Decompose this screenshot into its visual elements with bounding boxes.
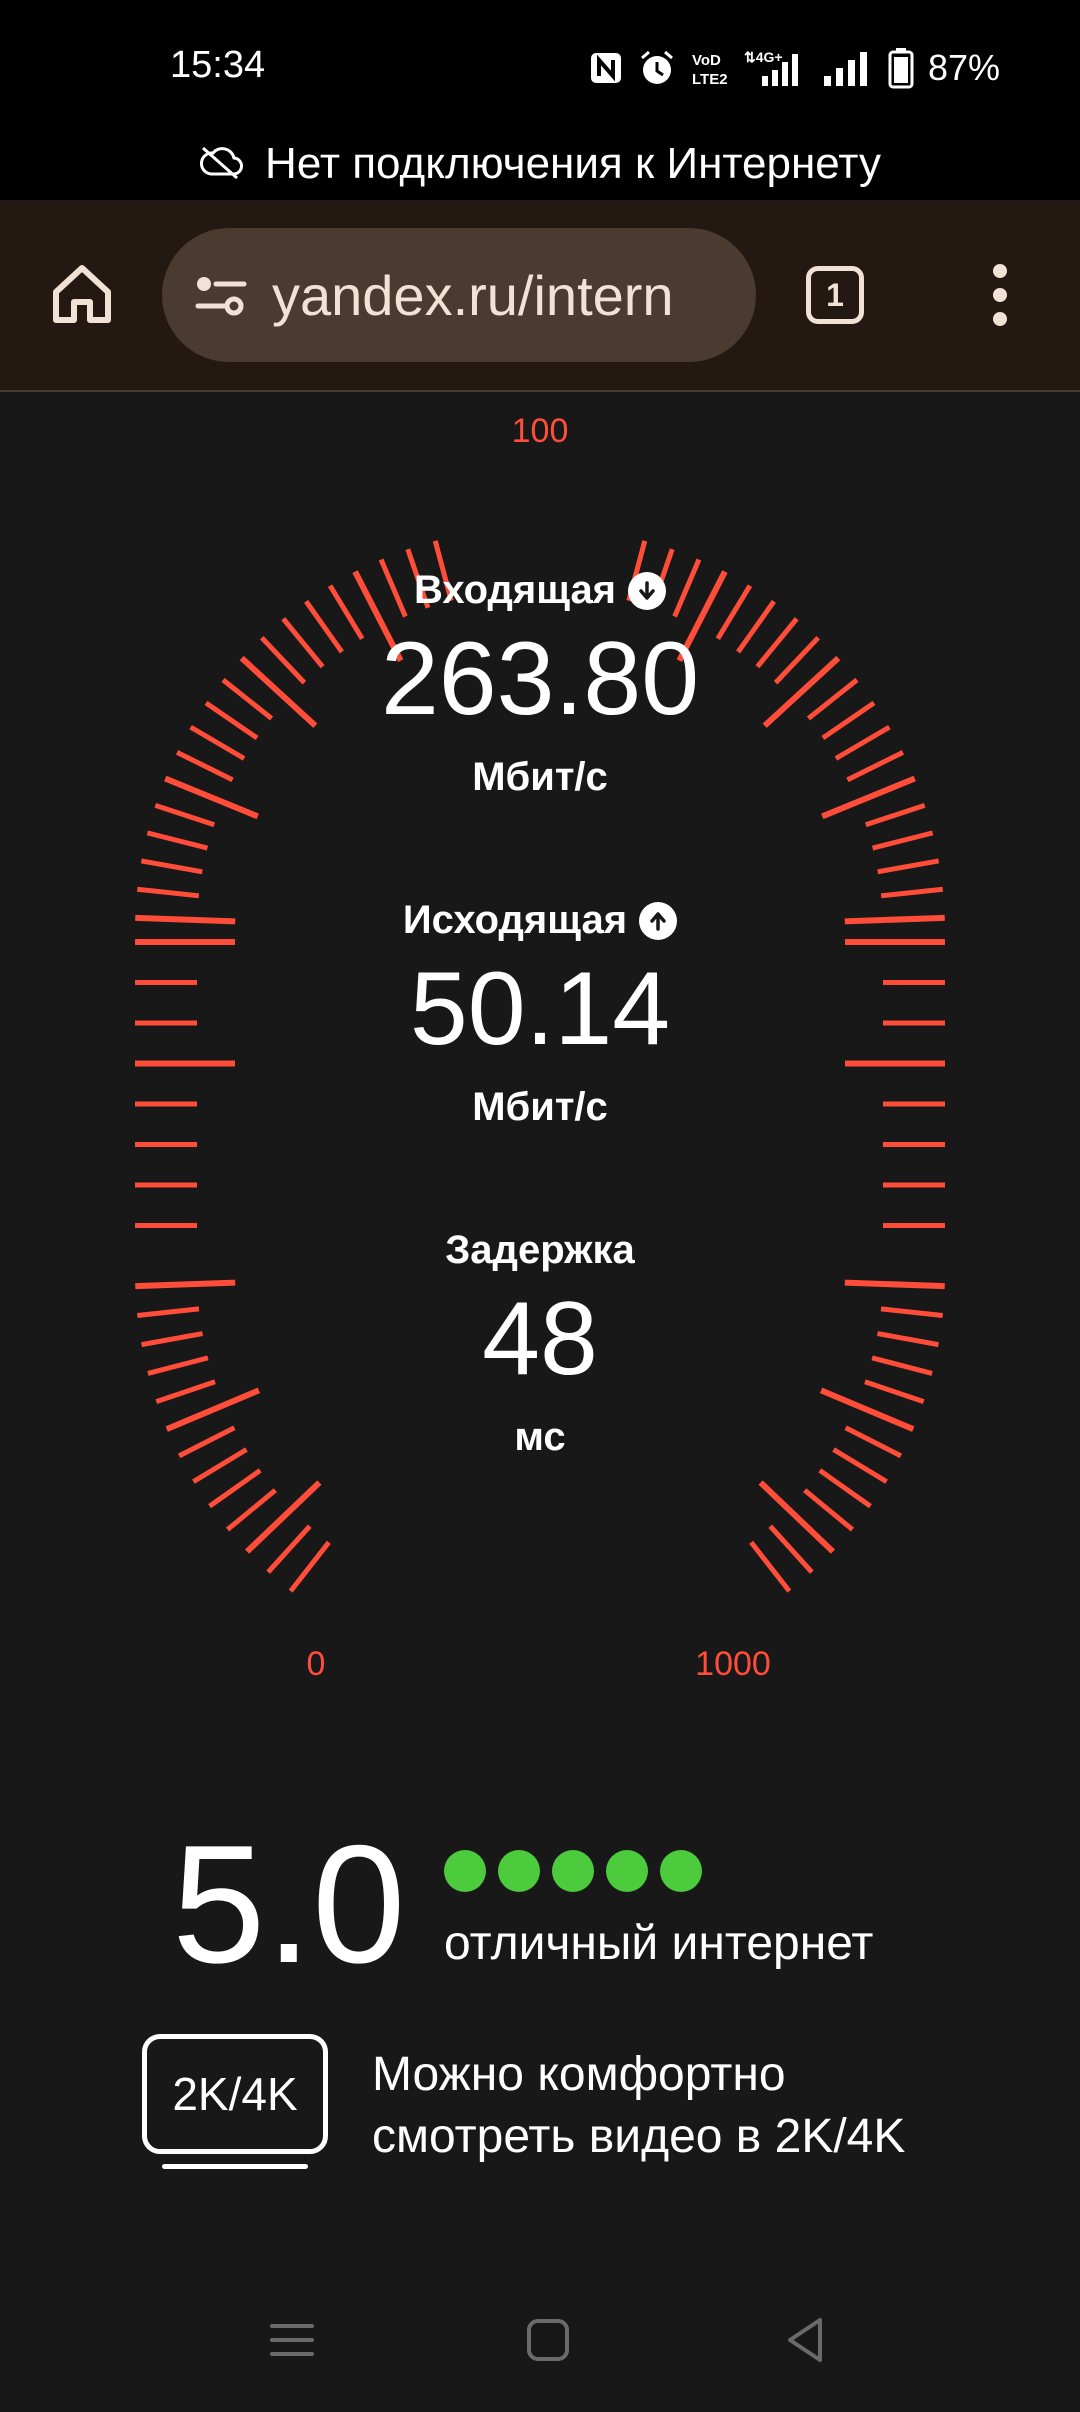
svg-text:⇅4G+: ⇅4G+ [744, 49, 783, 65]
rating-text: отличный интернет [444, 1917, 874, 1970]
gauge-tick [818, 1468, 872, 1509]
status-icons: VoD LTE2 ⇅4G+ 87% [588, 44, 1000, 92]
recents-button[interactable] [262, 2310, 322, 2370]
cloud-off-icon [199, 144, 244, 185]
latency-value: 48 [482, 1281, 598, 1397]
status-bar: 15:34 VoD LTE2 ⇅4G+ 87% [0, 0, 1080, 140]
connection-rating: 5.0 отличный интернет [172, 1820, 972, 2000]
tab-count: 1 [826, 276, 844, 313]
url-text[interactable]: yandex.ru/intern [272, 263, 674, 328]
latency-label: Задержка [445, 1228, 635, 1272]
download-metric: Входящая 263.80 Мбит/с [0, 568, 1080, 800]
gauge-tick [208, 1468, 262, 1509]
status-time: 15:34 [170, 44, 266, 86]
rating-score: 5.0 [172, 1810, 406, 1998]
arrow-down-icon [628, 571, 667, 610]
menu-button[interactable] [980, 262, 1020, 328]
upload-metric: Исходящая 50.14 Мбит/с [0, 898, 1080, 1130]
gauge-tick [880, 886, 944, 899]
rating-dot [606, 1850, 648, 1892]
gauge-tick [871, 830, 934, 851]
quality-line-1: Можно комфортно [372, 2048, 786, 2101]
tabs-button[interactable]: 1 [806, 266, 864, 324]
video-quality: 2K/4K Можно комфортно смотреть видео в 2… [142, 2034, 1042, 2174]
gauge-tick [877, 858, 940, 875]
gauge-tick [865, 802, 926, 828]
rating-dot [552, 1850, 594, 1892]
gauge-tick [749, 1540, 792, 1593]
tune-icon[interactable] [190, 264, 252, 326]
scale-label-top: 100 [512, 412, 569, 450]
address-bar[interactable]: yandex.ru/intern [162, 228, 756, 362]
gauge-major-tick [244, 1480, 322, 1554]
browser-toolbar: yandex.ru/intern 1 [0, 200, 1080, 392]
latency-label-row: Задержка [445, 1228, 634, 1273]
home-square-icon [527, 2319, 569, 2361]
svg-text:VoD: VoD [692, 52, 721, 69]
system-nav-bar [0, 2280, 1080, 2400]
recents-icon [270, 2324, 314, 2356]
alarm-icon [638, 49, 676, 87]
latency-unit: мс [514, 1415, 566, 1459]
gauge-tick [803, 1488, 855, 1532]
offline-banner: Нет подключения к Интернету [0, 128, 1080, 200]
rating-dot [498, 1850, 540, 1892]
latency-metric: Задержка 48 мс [0, 1228, 1080, 1460]
rating-dot [444, 1850, 486, 1892]
gauge-tick [136, 886, 200, 899]
gauge-tick [146, 830, 209, 851]
gauge-tick [266, 1524, 312, 1574]
4g-signal-icon: ⇅4G+ [744, 48, 808, 88]
download-value: 263.80 [380, 621, 700, 737]
quality-badge-text: 2K/4K [172, 2068, 298, 2120]
gauge-tick [768, 1524, 814, 1574]
volte-icon: VoD LTE2 [690, 48, 730, 88]
battery-icon [888, 47, 914, 89]
gauge-tick [225, 1488, 277, 1532]
arrow-up-icon [639, 901, 678, 940]
rating-dot [660, 1850, 702, 1892]
rating-dots [444, 1850, 702, 1892]
home-nav-button[interactable] [518, 2310, 578, 2370]
home-icon [53, 265, 111, 323]
upload-label: Исходящая [402, 898, 628, 942]
quality-badge: 2K/4K [142, 2034, 328, 2154]
download-label: Входящая [413, 568, 617, 612]
gauge-tick [288, 1540, 331, 1593]
download-unit: Мбит/с [472, 755, 608, 799]
nfc-icon [588, 50, 624, 86]
signal-icon [822, 48, 874, 88]
back-button[interactable] [776, 2310, 836, 2370]
scale-label-zero: 0 [307, 1645, 326, 1683]
upload-value: 50.14 [409, 951, 671, 1067]
download-label-row: Входящая [413, 568, 667, 613]
svg-text:LTE2: LTE2 [692, 71, 728, 88]
gauge-major-tick [758, 1480, 836, 1554]
gauge-tick [140, 858, 203, 875]
back-icon [788, 2318, 822, 2362]
quality-line-2: смотреть видео в 2K/4K [372, 2110, 906, 2164]
quality-description: Можно комфортно смотреть видео в 2K/4K [372, 2044, 1012, 2169]
upload-unit: Мбит/с [472, 1085, 608, 1129]
offline-text: Нет подключения к Интернету [265, 139, 881, 188]
scale-label-max: 1000 [695, 1645, 771, 1683]
tv-stand-icon [162, 2164, 308, 2169]
more-vert-icon [993, 264, 1007, 326]
gauge-tick [154, 802, 215, 828]
home-button[interactable] [46, 258, 118, 330]
battery-percent: 87% [927, 47, 1000, 88]
upload-label-row: Исходящая [402, 898, 678, 943]
